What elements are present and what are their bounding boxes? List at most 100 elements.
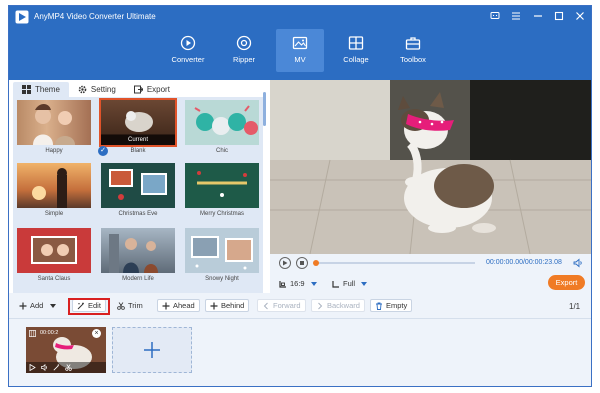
trash-icon bbox=[376, 302, 382, 310]
chevron-left-icon bbox=[263, 302, 268, 309]
remove-clip-icon[interactable]: × bbox=[92, 329, 101, 338]
theme-thumbnail: Current bbox=[99, 98, 177, 147]
stop-button[interactable] bbox=[296, 257, 308, 269]
theme-card-merry-christmas[interactable]: Merry Christmas bbox=[185, 163, 259, 221]
page-counter: 1/1 bbox=[569, 302, 581, 311]
maximize-icon[interactable] bbox=[552, 9, 566, 23]
nav-converter[interactable]: Converter bbox=[164, 29, 212, 72]
volume-icon[interactable] bbox=[41, 364, 48, 371]
timeline-handle[interactable] bbox=[313, 260, 319, 266]
nav-ripper[interactable]: Ripper bbox=[220, 29, 268, 72]
theme-label: Modern Life bbox=[122, 276, 154, 282]
add-clip-tile[interactable] bbox=[112, 327, 192, 373]
tab-label: Export bbox=[146, 85, 170, 94]
grid-icon bbox=[22, 85, 31, 94]
plus-icon bbox=[210, 302, 218, 309]
theme-card-simple[interactable]: Simple bbox=[17, 163, 91, 221]
feedback-icon[interactable] bbox=[488, 9, 502, 23]
empty-label: Empty bbox=[386, 301, 408, 310]
theme-thumbnail bbox=[17, 163, 91, 208]
add-button[interactable]: Add bbox=[15, 299, 60, 312]
forward-label: Forward bbox=[273, 301, 301, 310]
theme-thumbnail bbox=[185, 100, 259, 145]
clip-duration: 00:00:2 bbox=[40, 330, 59, 336]
theme-card-christmas-eve[interactable]: Christmas Eve bbox=[101, 163, 175, 221]
nav-toolbox[interactable]: Toolbox bbox=[389, 29, 437, 72]
theme-card-santa-claus[interactable]: Santa Claus bbox=[17, 228, 91, 286]
behind-button[interactable]: Behind bbox=[205, 299, 250, 312]
aspect-ratio-dropdown[interactable]: 16:9 bbox=[279, 279, 317, 288]
add-label: Add bbox=[30, 301, 44, 310]
nav-mv[interactable]: MV bbox=[276, 29, 324, 72]
display-mode-value: Full bbox=[343, 279, 356, 288]
clip-toolbar: Add Edit Trim Ahead Behind Forward Backw… bbox=[9, 296, 591, 318]
magic-wand-icon[interactable] bbox=[53, 364, 60, 371]
theme-label: Simple bbox=[44, 211, 64, 217]
theme-card-modern-life[interactable]: Modern Life bbox=[101, 228, 175, 286]
theme-thumbnail bbox=[101, 163, 175, 208]
trim-button[interactable]: Trim bbox=[113, 299, 147, 312]
theme-thumbnail bbox=[185, 163, 259, 208]
player-controls: 00:00:00.00/00:00:23.08 16:9 Full Export bbox=[270, 254, 591, 293]
play-icon[interactable] bbox=[29, 364, 36, 371]
current-badge: Current bbox=[101, 135, 175, 145]
aspect-ratio-value: 16:9 bbox=[290, 279, 305, 288]
menu-icon[interactable] bbox=[509, 9, 523, 23]
ahead-label: Ahead bbox=[173, 301, 195, 310]
time-readout: 00:00:00.00/00:00:23.08 bbox=[486, 259, 562, 266]
film-icon bbox=[29, 330, 36, 337]
theme-card-chic[interactable]: Chic bbox=[185, 100, 259, 158]
gear-icon bbox=[78, 85, 87, 94]
display-mode-dropdown[interactable]: Full bbox=[332, 279, 368, 288]
title-bar: AnyMP4 Video Converter Ultimate Converte… bbox=[9, 6, 591, 80]
scissors-icon[interactable] bbox=[65, 364, 72, 371]
theme-label: Happy bbox=[45, 148, 63, 154]
display-mode-icon bbox=[332, 280, 339, 288]
edit-highlight-box bbox=[68, 298, 110, 315]
video-clip[interactable]: 00:00:2 × bbox=[26, 327, 106, 373]
theme-panel: Theme Setting Export Happy Current ✓ Bla… bbox=[9, 80, 270, 293]
clip-strip: 00:00:2 × bbox=[9, 318, 591, 386]
theme-scrollbar[interactable] bbox=[263, 92, 266, 126]
backward-label: Backward bbox=[327, 301, 360, 310]
nav-collage[interactable]: Collage bbox=[332, 29, 380, 72]
close-icon[interactable] bbox=[573, 9, 587, 23]
panel-tabs: Theme Setting Export bbox=[13, 82, 268, 97]
theme-label: Chic bbox=[215, 148, 228, 154]
chevron-right-icon bbox=[318, 302, 323, 309]
plus-icon bbox=[19, 302, 27, 309]
theme-card-happy[interactable]: Happy bbox=[17, 100, 91, 158]
timeline-slider[interactable] bbox=[313, 260, 475, 266]
plus-icon bbox=[162, 302, 170, 309]
mv-image-icon bbox=[292, 36, 308, 50]
theme-card-blank[interactable]: Current ✓ Blank bbox=[98, 98, 177, 158]
theme-label: Merry Christmas bbox=[199, 211, 244, 217]
app-window: AnyMP4 Video Converter Ultimate Converte… bbox=[8, 5, 592, 387]
tab-theme[interactable]: Theme bbox=[13, 82, 69, 97]
tab-label: Theme bbox=[35, 85, 60, 94]
theme-thumbnail bbox=[17, 100, 91, 145]
play-button[interactable] bbox=[279, 257, 291, 269]
nav-label: Ripper bbox=[232, 55, 256, 64]
theme-label: Blank bbox=[130, 148, 146, 154]
tab-setting[interactable]: Setting bbox=[69, 82, 125, 97]
tab-export[interactable]: Export bbox=[125, 82, 179, 97]
export-button[interactable]: Export bbox=[548, 275, 585, 290]
backward-button[interactable]: Backward bbox=[311, 299, 365, 312]
chevron-down-icon bbox=[50, 303, 57, 308]
theme-label: Santa Claus bbox=[37, 276, 71, 282]
tab-label: Setting bbox=[90, 85, 116, 94]
ahead-button[interactable]: Ahead bbox=[157, 299, 200, 312]
chevron-down-icon bbox=[361, 281, 368, 286]
minimize-icon[interactable] bbox=[531, 9, 545, 23]
app-title: AnyMP4 Video Converter Ultimate bbox=[34, 12, 156, 21]
forward-button[interactable]: Forward bbox=[257, 299, 306, 312]
aspect-ratio-icon bbox=[279, 280, 286, 288]
nav-label: Toolbox bbox=[400, 55, 426, 64]
scissors-icon bbox=[117, 301, 125, 310]
volume-icon[interactable] bbox=[573, 258, 583, 268]
theme-card-snowy-night[interactable]: Snowy Night bbox=[185, 228, 259, 286]
behind-label: Behind bbox=[221, 301, 245, 310]
empty-button[interactable]: Empty bbox=[370, 299, 413, 312]
chevron-down-icon bbox=[310, 281, 317, 286]
